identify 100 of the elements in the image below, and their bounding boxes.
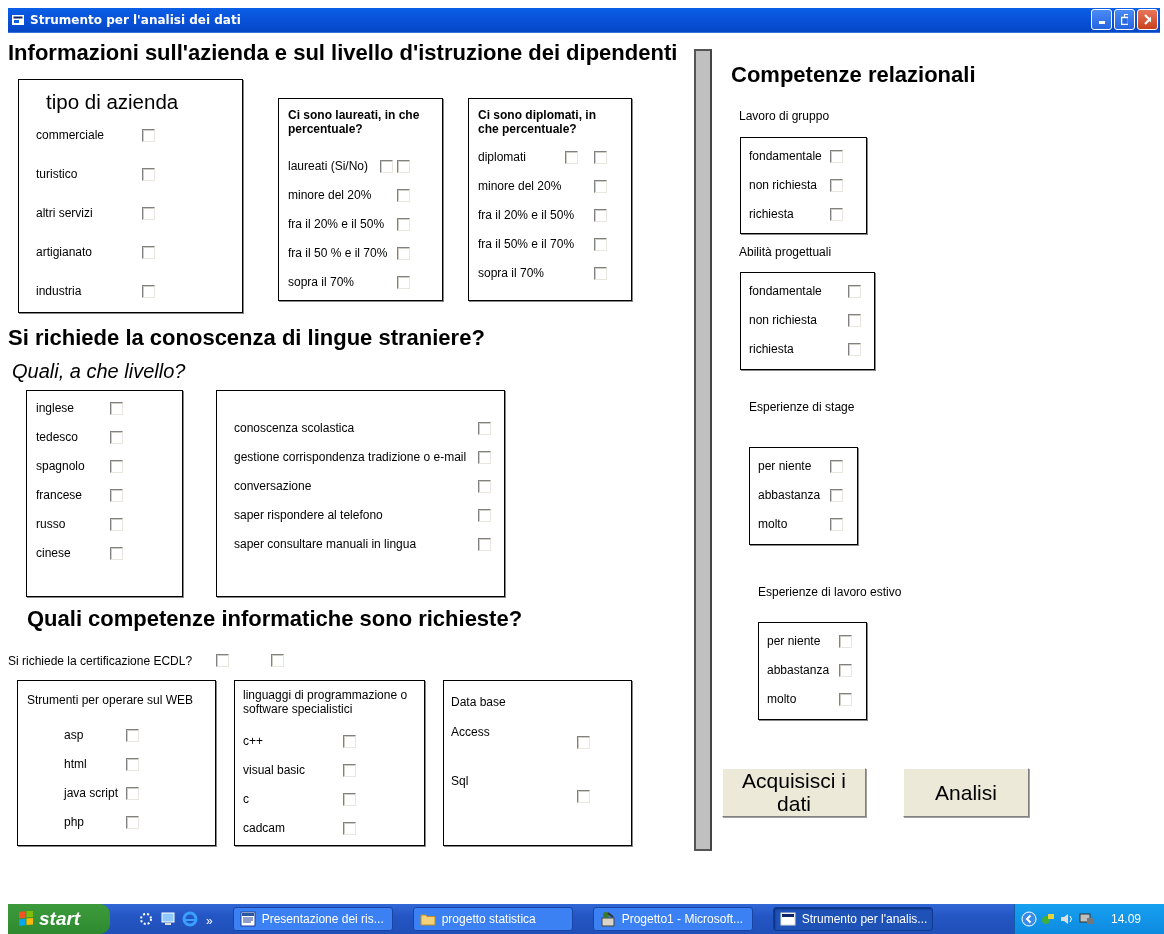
checkbox[interactable] <box>126 815 139 829</box>
checkbox[interactable] <box>343 792 356 806</box>
option-label: cadcam <box>243 821 287 836</box>
checkbox[interactable] <box>478 537 491 551</box>
checkbox[interactable] <box>142 245 155 259</box>
checkbox[interactable] <box>110 459 123 473</box>
checkbox[interactable] <box>126 757 139 771</box>
checkbox[interactable] <box>577 789 590 803</box>
option-label: russo <box>36 517 67 532</box>
checkbox[interactable] <box>216 654 229 668</box>
checkbox[interactable] <box>397 159 410 173</box>
checkbox[interactable] <box>397 188 410 202</box>
checkbox[interactable] <box>110 517 123 531</box>
option-label: tedesco <box>36 430 80 445</box>
checkbox[interactable] <box>830 517 843 531</box>
group-title: Ci sono diplomati, in che percentuale? <box>478 107 597 136</box>
option-label: asp <box>64 728 85 743</box>
checkbox[interactable] <box>839 692 852 706</box>
option-label: abbastanza <box>758 488 822 503</box>
checkbox[interactable] <box>110 546 123 560</box>
computer-icon[interactable] <box>1078 911 1094 927</box>
checkbox[interactable] <box>142 206 155 220</box>
start-button[interactable]: start <box>8 904 110 934</box>
clock: 14.09 <box>1111 912 1142 926</box>
checkbox[interactable] <box>397 275 410 289</box>
checkbox[interactable] <box>830 488 843 502</box>
option-label: non richiesta <box>749 313 819 328</box>
option-label: Si richiede la certificazione ECDL? <box>8 653 194 668</box>
checkbox[interactable] <box>848 313 861 327</box>
option-label: fondamentale <box>749 149 823 164</box>
group-title: linguaggi di programmazione o software specialistici <box>243 687 409 716</box>
checkbox[interactable] <box>110 488 123 502</box>
checkbox[interactable] <box>380 159 393 173</box>
taskbar-button[interactable]: progetto statistica <box>412 907 573 931</box>
checkbox[interactable] <box>830 178 843 192</box>
checkbox[interactable] <box>594 237 607 251</box>
checkbox[interactable] <box>110 401 123 415</box>
checkbox[interactable] <box>478 508 491 522</box>
checkbox[interactable] <box>830 149 843 163</box>
taskbar-button[interactable]: Presentazione dei ris... <box>232 907 393 931</box>
option-label: diplomati <box>478 150 528 165</box>
program-icon <box>599 911 616 927</box>
option-label: fra il 20% e il 50% <box>288 217 386 232</box>
checkbox[interactable] <box>594 208 607 222</box>
more-button[interactable]: » <box>206 914 213 928</box>
option-label: Sql <box>451 773 470 788</box>
option-label: laureati (Si/No) <box>288 159 370 174</box>
checkbox[interactable] <box>343 734 356 748</box>
option-label: c++ <box>243 734 264 749</box>
checkbox[interactable] <box>478 450 491 464</box>
checkbox[interactable] <box>343 763 356 777</box>
option-label: cinese <box>36 546 72 561</box>
option-label: fra il 50 % e il 70% <box>288 246 389 261</box>
monitor-icon[interactable] <box>160 911 176 927</box>
window-icon <box>779 911 796 927</box>
speaker-icon[interactable] <box>1059 911 1075 927</box>
folder-icon <box>419 911 436 927</box>
checkbox[interactable] <box>142 128 155 142</box>
option-label: inglese <box>36 401 76 416</box>
group-title: Data base <box>451 694 506 709</box>
checkbox[interactable] <box>594 179 607 193</box>
checkbox[interactable] <box>126 728 139 742</box>
checkbox[interactable] <box>839 634 852 648</box>
form-button[interactable]: Analisi <box>903 767 1029 817</box>
checkbox[interactable] <box>839 663 852 677</box>
minimize-button[interactable] <box>1091 9 1112 31</box>
checkbox[interactable] <box>830 207 843 221</box>
browser-icon[interactable] <box>182 911 198 927</box>
section-heading: Quali competenze informatiche sono richieste? <box>27 607 523 629</box>
checkbox[interactable] <box>397 246 410 260</box>
desktop-icon[interactable] <box>138 911 154 927</box>
flag-icon <box>18 911 34 927</box>
taskbar-button[interactable]: Progetto1 - Microsoft... <box>592 907 753 931</box>
checkbox[interactable] <box>397 217 410 231</box>
checkbox[interactable] <box>830 459 843 473</box>
checkbox[interactable] <box>343 821 356 835</box>
checkbox[interactable] <box>565 150 578 164</box>
checkbox[interactable] <box>142 284 155 298</box>
checkbox[interactable] <box>594 266 607 280</box>
checkbox[interactable] <box>848 284 861 298</box>
checkbox[interactable] <box>478 479 491 493</box>
option-label: java script <box>64 786 120 801</box>
checkbox[interactable] <box>577 735 590 749</box>
option-label: sopra il 70% <box>478 266 546 281</box>
checkbox[interactable] <box>594 150 607 164</box>
checkbox[interactable] <box>126 786 139 800</box>
restore-button[interactable] <box>1114 9 1135 31</box>
window-title: Strumento per l'analisi dei dati <box>30 13 242 27</box>
option-label: conversazione <box>234 479 313 494</box>
checkbox[interactable] <box>110 430 123 444</box>
checkbox[interactable] <box>142 167 155 181</box>
option-label: altri servizi <box>36 206 94 221</box>
taskbar-button[interactable]: Strumento per l'analis... <box>772 907 933 931</box>
option-label: Access <box>451 724 491 739</box>
checkbox[interactable] <box>478 421 491 435</box>
checkbox[interactable] <box>848 342 861 356</box>
form-button[interactable]: Acquisisci i dati <box>722 767 866 817</box>
close-button[interactable] <box>1137 9 1158 31</box>
network-icon[interactable] <box>1040 911 1056 927</box>
checkbox[interactable] <box>271 654 284 668</box>
